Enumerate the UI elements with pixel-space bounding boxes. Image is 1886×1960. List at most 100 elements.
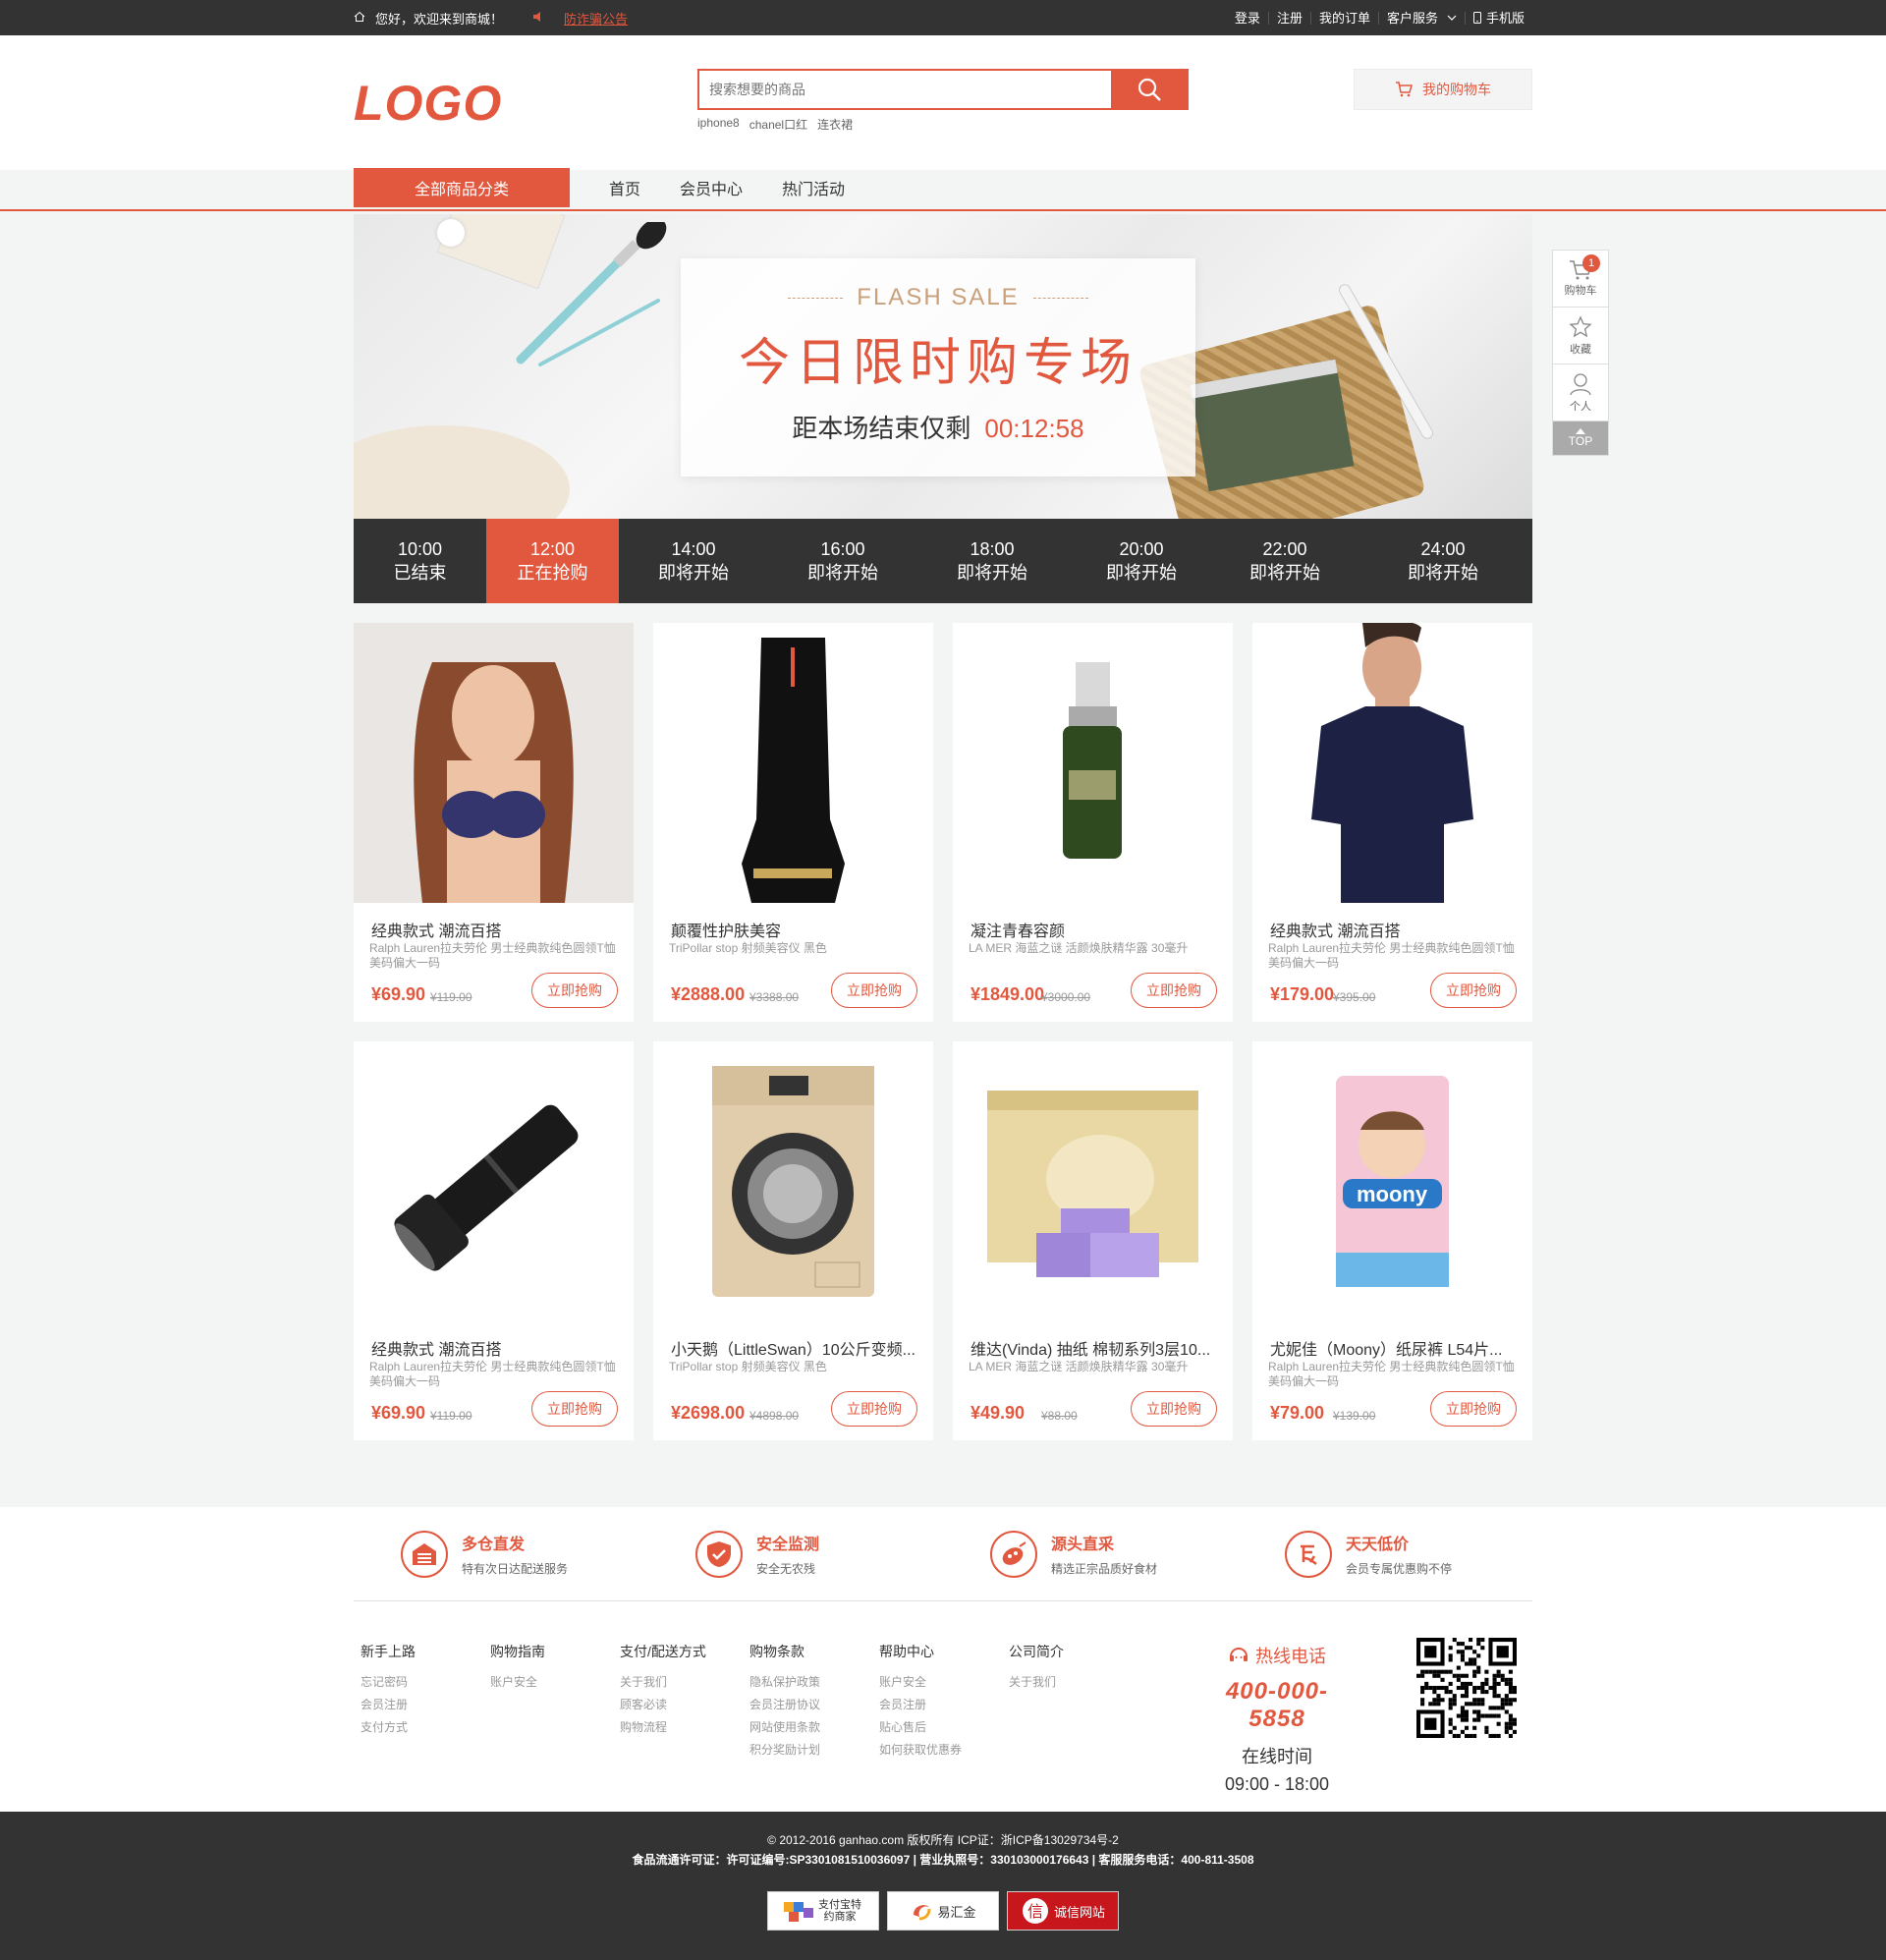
- time-slot[interactable]: 20:00 即将开始: [1067, 519, 1216, 603]
- time-slot[interactable]: 10:00 已结束: [354, 519, 486, 603]
- footer-link[interactable]: 购物流程: [620, 1716, 749, 1739]
- product-card[interactable]: 凝注青春容颜 LA MER 海蓝之谜 活颜焕肤精华露 30毫升 ¥1849.00 ¥3…: [953, 623, 1233, 1022]
- my-cart-button[interactable]: 我的购物车: [1354, 69, 1532, 110]
- welcome-text: 您好，欢迎来到商城！: [375, 11, 504, 27]
- tissue-box-image[interactable]: [953, 1041, 1233, 1321]
- fabric-roll-image: [354, 425, 570, 519]
- my-orders-link[interactable]: 我的订单: [1309, 11, 1378, 25]
- mobile-label: 手机版: [1485, 10, 1525, 26]
- bra-image[interactable]: [354, 623, 634, 903]
- product-card[interactable]: 经典款式 潮流百搭 Ralph Lauren拉夫劳伦 男士经典款纯色圆领T恤 美码…: [354, 623, 634, 1022]
- trusted-site-badge[interactable]: 信 诚信网站: [1007, 1891, 1119, 1931]
- hotline-label: 热线电话: [1255, 1647, 1326, 1666]
- time-slot[interactable]: 16:00 即将开始: [768, 519, 917, 603]
- beauty-device-image[interactable]: [653, 623, 933, 903]
- tshirt-image[interactable]: [1252, 623, 1532, 903]
- nav-home[interactable]: 首页: [609, 168, 640, 207]
- back-to-top-button[interactable]: TOP: [1553, 421, 1608, 455]
- buy-now-button[interactable]: 立即抢购: [1131, 1391, 1217, 1427]
- footer-link[interactable]: 贴心售后: [879, 1716, 1009, 1739]
- product-title[interactable]: 凝注青春容颜: [971, 918, 1216, 941]
- slot-time: 18:00: [970, 539, 1015, 559]
- search-button[interactable]: [1111, 71, 1187, 108]
- product-title[interactable]: 小天鹅（LittleSwan）10公斤变频...: [671, 1336, 916, 1360]
- footer-link[interactable]: 会员注册: [361, 1694, 490, 1716]
- product-title[interactable]: 维达(Vinda) 抽纸 棉韧系列3层10...: [971, 1336, 1216, 1360]
- slot-time: 16:00: [820, 539, 865, 559]
- sidebar-profile[interactable]: 个人: [1553, 364, 1608, 421]
- mobile-version-link[interactable]: 手机版: [1464, 10, 1532, 26]
- login-link[interactable]: 登录: [1227, 12, 1268, 25]
- flash-sale-banner[interactable]: FLASH SALE 今日限时购专场 距本场结束仅剩 00:12:58: [354, 214, 1532, 519]
- svg-text:moony: moony: [1357, 1182, 1428, 1206]
- time-slot[interactable]: 22:00 即将开始: [1216, 519, 1354, 603]
- online-hours: 09:00 - 18:00: [1224, 1774, 1330, 1794]
- nav-hot-events[interactable]: 热门活动: [782, 168, 845, 207]
- buy-now-button[interactable]: 立即抢购: [831, 1391, 917, 1427]
- sidebar-favorites[interactable]: 收藏: [1553, 308, 1608, 364]
- washing-machine-image[interactable]: [653, 1041, 933, 1321]
- flash-sale-panel: FLASH SALE 今日限时购专场 距本场结束仅剩 00:12:58: [681, 258, 1195, 476]
- flashlight-image[interactable]: [354, 1041, 634, 1321]
- product-card[interactable]: moony 尤妮佳（Moony）纸尿裤 L54片... Ralph Lauren拉夫…: [1252, 1041, 1532, 1440]
- footer-link[interactable]: 积分奖励计划: [749, 1739, 879, 1762]
- nav-member-center[interactable]: 会员中心: [680, 168, 743, 207]
- time-slot[interactable]: 14:00 即将开始: [619, 519, 768, 603]
- logo-text: LOGO: [354, 77, 501, 128]
- search-input[interactable]: [699, 71, 1111, 108]
- diaper-pack-image[interactable]: moony: [1252, 1041, 1532, 1321]
- footer-link[interactable]: 关于我们: [620, 1671, 749, 1694]
- product-card[interactable]: 经典款式 潮流百搭 Ralph Lauren拉夫劳伦 男士经典款纯色圆领T恤 美码…: [354, 1041, 634, 1440]
- product-price: ¥2888.00: [671, 984, 746, 1004]
- product-card[interactable]: 颠覆性护肤美容 TriPollar stop 射频美容仪 黑色 ¥2888.00 ¥3…: [653, 623, 933, 1022]
- anti-fraud-notice-link[interactable]: 防诈骗公告: [564, 9, 628, 28]
- buy-now-button[interactable]: 立即抢购: [1430, 1391, 1517, 1427]
- customer-service-menu[interactable]: 客户服务: [1377, 11, 1465, 25]
- footer-link[interactable]: 支付方式: [361, 1716, 490, 1739]
- product-original-price: ¥3000.00: [1041, 990, 1091, 1004]
- product-card[interactable]: 经典款式 潮流百搭 Ralph Lauren拉夫劳伦 男士经典款纯色圆领T恤 美码…: [1252, 623, 1532, 1022]
- buy-now-button[interactable]: 立即抢购: [1430, 973, 1517, 1008]
- footer-link-column: 帮助中心 账户安全 会员注册 贴心售后 如何获取优惠券: [879, 1642, 1009, 1762]
- buy-now-button[interactable]: 立即抢购: [1131, 973, 1217, 1008]
- footer-link[interactable]: 会员注册协议: [749, 1694, 879, 1716]
- register-link[interactable]: 注册: [1267, 11, 1310, 25]
- buy-now-button[interactable]: 立即抢购: [531, 973, 618, 1008]
- site-logo[interactable]: LOGO: [354, 76, 501, 131]
- buy-now-button[interactable]: 立即抢购: [531, 1391, 618, 1427]
- product-title[interactable]: 经典款式 潮流百搭: [1270, 918, 1516, 941]
- footer-link[interactable]: 网站使用条款: [749, 1716, 879, 1739]
- hotword-link[interactable]: chanel口红: [749, 116, 807, 133]
- hotword-link[interactable]: iphone8: [697, 116, 740, 133]
- ehking-badge[interactable]: 易汇金: [887, 1891, 999, 1931]
- buy-now-button[interactable]: 立即抢购: [831, 973, 917, 1008]
- serum-bottle-image[interactable]: [953, 623, 1233, 903]
- footer-column-title: 购物条款: [749, 1644, 804, 1659]
- alipay-merchant-badge[interactable]: 支付宝特约商家: [767, 1891, 879, 1931]
- footer-link[interactable]: 忘记密码: [361, 1671, 490, 1694]
- sidebar-cart[interactable]: 购物车 1: [1553, 251, 1608, 308]
- time-slot[interactable]: 24:00 即将开始: [1354, 519, 1532, 603]
- footer-link[interactable]: 会员注册: [879, 1694, 1009, 1716]
- footer-link[interactable]: 隐私保护政策: [749, 1671, 879, 1694]
- product-card[interactable]: 维达(Vinda) 抽纸 棉韧系列3层10... LA MER 海蓝之谜 活颜焕肤…: [953, 1041, 1233, 1440]
- product-title[interactable]: 经典款式 潮流百搭: [371, 918, 617, 941]
- product-title[interactable]: 经典款式 潮流百搭: [371, 1336, 617, 1360]
- footer-link[interactable]: 账户安全: [490, 1671, 620, 1694]
- footer-link[interactable]: 如何获取优惠券: [879, 1739, 1009, 1762]
- hotword-link[interactable]: 连衣裙: [817, 116, 853, 133]
- product-original-price: ¥139.00: [1333, 1409, 1376, 1423]
- badge-label: 支付宝特约商家: [818, 1899, 861, 1923]
- product-title[interactable]: 尤妮佳（Moony）纸尿裤 L54片...: [1270, 1336, 1516, 1360]
- footer-link[interactable]: 关于我们: [1009, 1671, 1138, 1694]
- footer-link[interactable]: 顾客必读: [620, 1694, 749, 1716]
- product-description: TriPollar stop 射频美容仪 黑色: [669, 941, 827, 955]
- time-slot[interactable]: 18:00 即将开始: [917, 519, 1067, 603]
- time-slot[interactable]: 12:00 正在抢购: [486, 519, 619, 603]
- product-title[interactable]: 颠覆性护肤美容: [671, 918, 916, 941]
- all-categories-button[interactable]: 全部商品分类: [354, 168, 570, 207]
- footer-link[interactable]: 账户安全: [879, 1671, 1009, 1694]
- product-card[interactable]: 小天鹅（LittleSwan）10公斤变频... TriPollar stop 射…: [653, 1041, 933, 1440]
- banner-title: 今日限时购专场: [738, 334, 1137, 393]
- slot-status: 即将开始: [807, 563, 878, 583]
